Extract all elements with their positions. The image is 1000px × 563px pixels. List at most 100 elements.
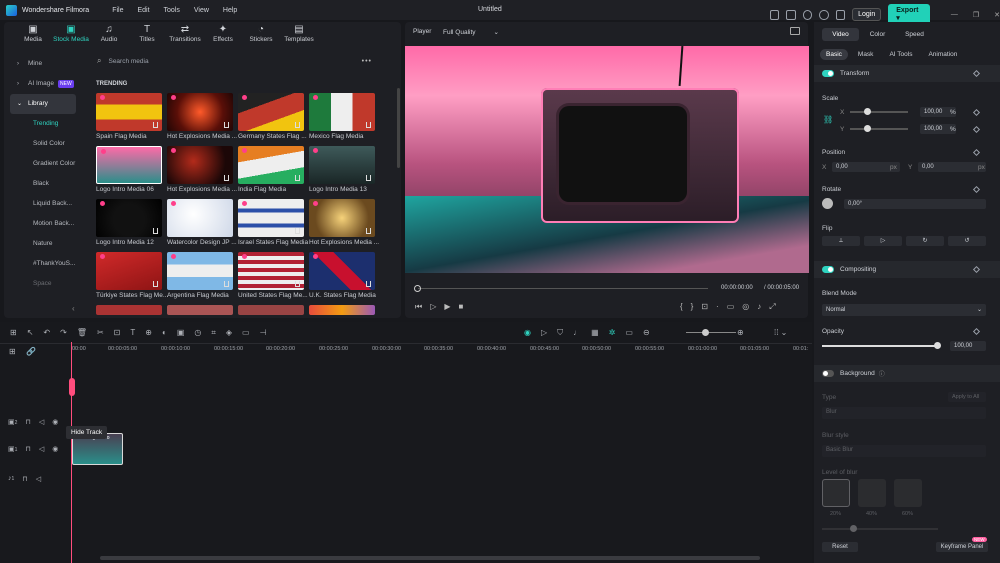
quality-select[interactable]: Full Quality ⌄: [443, 28, 499, 36]
subtab-mask[interactable]: Mask: [852, 49, 880, 60]
media-thumb[interactable]: [309, 146, 375, 184]
download-icon[interactable]: [224, 281, 229, 287]
apply-to-all-button[interactable]: Apply to All: [948, 392, 986, 402]
eye-icon[interactable]: ◉: [52, 418, 58, 426]
subtab-ai-tools[interactable]: AI Tools: [883, 49, 918, 60]
timeline-ruler[interactable]: 00:00 00:00:05:00 00:00:10:00 00:00:15:0…: [72, 346, 812, 358]
link-icon[interactable]: ⛓: [823, 115, 833, 124]
prev-frame-icon[interactable]: ⏮: [415, 302, 422, 312]
crop-icon[interactable]: ⊡: [701, 302, 708, 312]
help-icon[interactable]: ⓘ: [879, 369, 885, 378]
display-icon[interactable]: ▭: [727, 302, 735, 312]
media-thumb[interactable]: [96, 93, 162, 131]
tab-speed[interactable]: Speed: [896, 28, 933, 41]
download-icon[interactable]: [295, 122, 300, 128]
frame-icon[interactable]: ⌗: [211, 328, 216, 338]
subtab-basic[interactable]: Basic: [820, 49, 848, 60]
blur-slider[interactable]: [822, 525, 938, 532]
media-thumb[interactable]: [167, 146, 233, 184]
flip-horizontal-icon[interactable]: ▷: [864, 236, 902, 246]
download-icon[interactable]: [295, 175, 300, 181]
group-icon[interactable]: ▭: [242, 328, 250, 338]
playhead-handle[interactable]: [69, 378, 75, 396]
tab-stickers[interactable]: ◔ Stickers: [242, 24, 280, 48]
slider-knob[interactable]: [850, 525, 857, 532]
rotate-input[interactable]: 0,00°: [844, 199, 986, 209]
keyframe-icon[interactable]: [972, 265, 981, 274]
seek-handle[interactable]: [414, 285, 421, 292]
menu-file[interactable]: File: [112, 7, 123, 14]
sidebar-item-thankyou[interactable]: #ThankYouS...: [6, 254, 80, 274]
folder-icon[interactable]: ⊓: [25, 418, 30, 426]
microphone-icon[interactable]: ♩: [573, 328, 581, 338]
mute-icon[interactable]: ◁: [39, 418, 44, 426]
sidebar-item-ai-image[interactable]: › AI Image NEW: [6, 74, 80, 94]
keyframe-icon[interactable]: [972, 185, 981, 194]
opacity-input[interactable]: 100,00: [950, 341, 986, 351]
slider-knob[interactable]: [702, 329, 709, 336]
reset-button[interactable]: Reset: [822, 542, 858, 552]
transform-toggle[interactable]: [822, 70, 834, 77]
undo-icon[interactable]: ↶: [43, 328, 50, 338]
more-icon[interactable]: •••: [362, 58, 372, 65]
blur-level-60[interactable]: [894, 479, 922, 507]
split-icon[interactable]: ✂: [97, 328, 104, 338]
folder-icon[interactable]: ⊓: [22, 475, 27, 483]
media-thumb[interactable]: [238, 305, 304, 315]
minimize-icon[interactable]: —: [951, 11, 958, 18]
media-thumb[interactable]: [309, 199, 375, 237]
sidebar-item-black[interactable]: Black: [6, 174, 80, 194]
opacity-slider[interactable]: [822, 342, 941, 349]
mute-icon[interactable]: ◁: [39, 445, 44, 453]
crop-icon[interactable]: ⊡: [114, 328, 121, 338]
layout-icon[interactable]: [770, 9, 780, 20]
shield-icon[interactable]: ⛉: [557, 328, 563, 338]
ai-icon[interactable]: ◉: [524, 328, 531, 338]
tab-transitions[interactable]: ⇄ Transitions: [166, 24, 204, 48]
media-thumb[interactable]: [96, 305, 162, 315]
media-thumb[interactable]: [309, 93, 375, 131]
play-icon[interactable]: ▷: [430, 302, 436, 312]
text-icon[interactable]: T: [130, 328, 135, 338]
slider-knob[interactable]: [864, 108, 871, 115]
login-button[interactable]: Login: [852, 8, 882, 21]
blur-level-40[interactable]: [858, 479, 886, 507]
timer-icon[interactable]: ◷: [194, 328, 201, 338]
zoom-in-icon[interactable]: ⊕: [737, 328, 744, 337]
tab-templates[interactable]: ▤ Templates: [280, 24, 318, 48]
keyframe-icon[interactable]: [972, 69, 981, 78]
download-icon[interactable]: [295, 281, 300, 287]
play-full-icon[interactable]: ▶: [444, 302, 450, 312]
scale-x-slider[interactable]: [850, 108, 908, 115]
folder-icon[interactable]: ⊓: [25, 445, 30, 453]
restore-icon[interactable]: ❐: [973, 11, 979, 19]
mark-out-icon[interactable]: }: [691, 302, 694, 312]
tab-audio[interactable]: ♫ Audio: [90, 24, 128, 48]
download-icon[interactable]: [153, 281, 158, 287]
timeline-scrollbar[interactable]: [100, 556, 760, 560]
menu-tools[interactable]: Tools: [164, 7, 180, 14]
mute-icon[interactable]: ◁: [36, 475, 41, 483]
link-icon[interactable]: 🔗: [26, 347, 36, 356]
menu-edit[interactable]: Edit: [137, 7, 149, 14]
tab-video[interactable]: Video: [822, 28, 859, 41]
stabilize-icon[interactable]: ▣: [177, 328, 185, 338]
sidebar-item-trending[interactable]: Trending: [6, 114, 80, 134]
subtitle-icon[interactable]: ▭: [625, 328, 633, 338]
sidebar-item-gradient-color[interactable]: Gradient Color: [6, 154, 80, 174]
flip-vertical-icon[interactable]: ⟂: [822, 236, 860, 246]
save-icon[interactable]: [786, 9, 796, 20]
rotate-right-icon[interactable]: ↻: [906, 236, 944, 246]
tab-effects[interactable]: ✦ Effects: [204, 24, 242, 48]
keyframe-icon[interactable]: [972, 327, 981, 336]
keyframe-icon[interactable]: [972, 108, 981, 117]
export-frame-icon[interactable]: ▦: [591, 328, 599, 338]
menu-help[interactable]: Help: [223, 7, 237, 14]
subtab-animation[interactable]: Animation: [922, 49, 963, 60]
download-icon[interactable]: [366, 228, 371, 234]
slider-knob[interactable]: [934, 342, 941, 349]
volume-icon[interactable]: ♪: [757, 302, 761, 312]
snap-icon[interactable]: ✲: [609, 328, 616, 338]
download-icon[interactable]: [224, 122, 229, 128]
seek-bar[interactable]: [418, 288, 708, 289]
